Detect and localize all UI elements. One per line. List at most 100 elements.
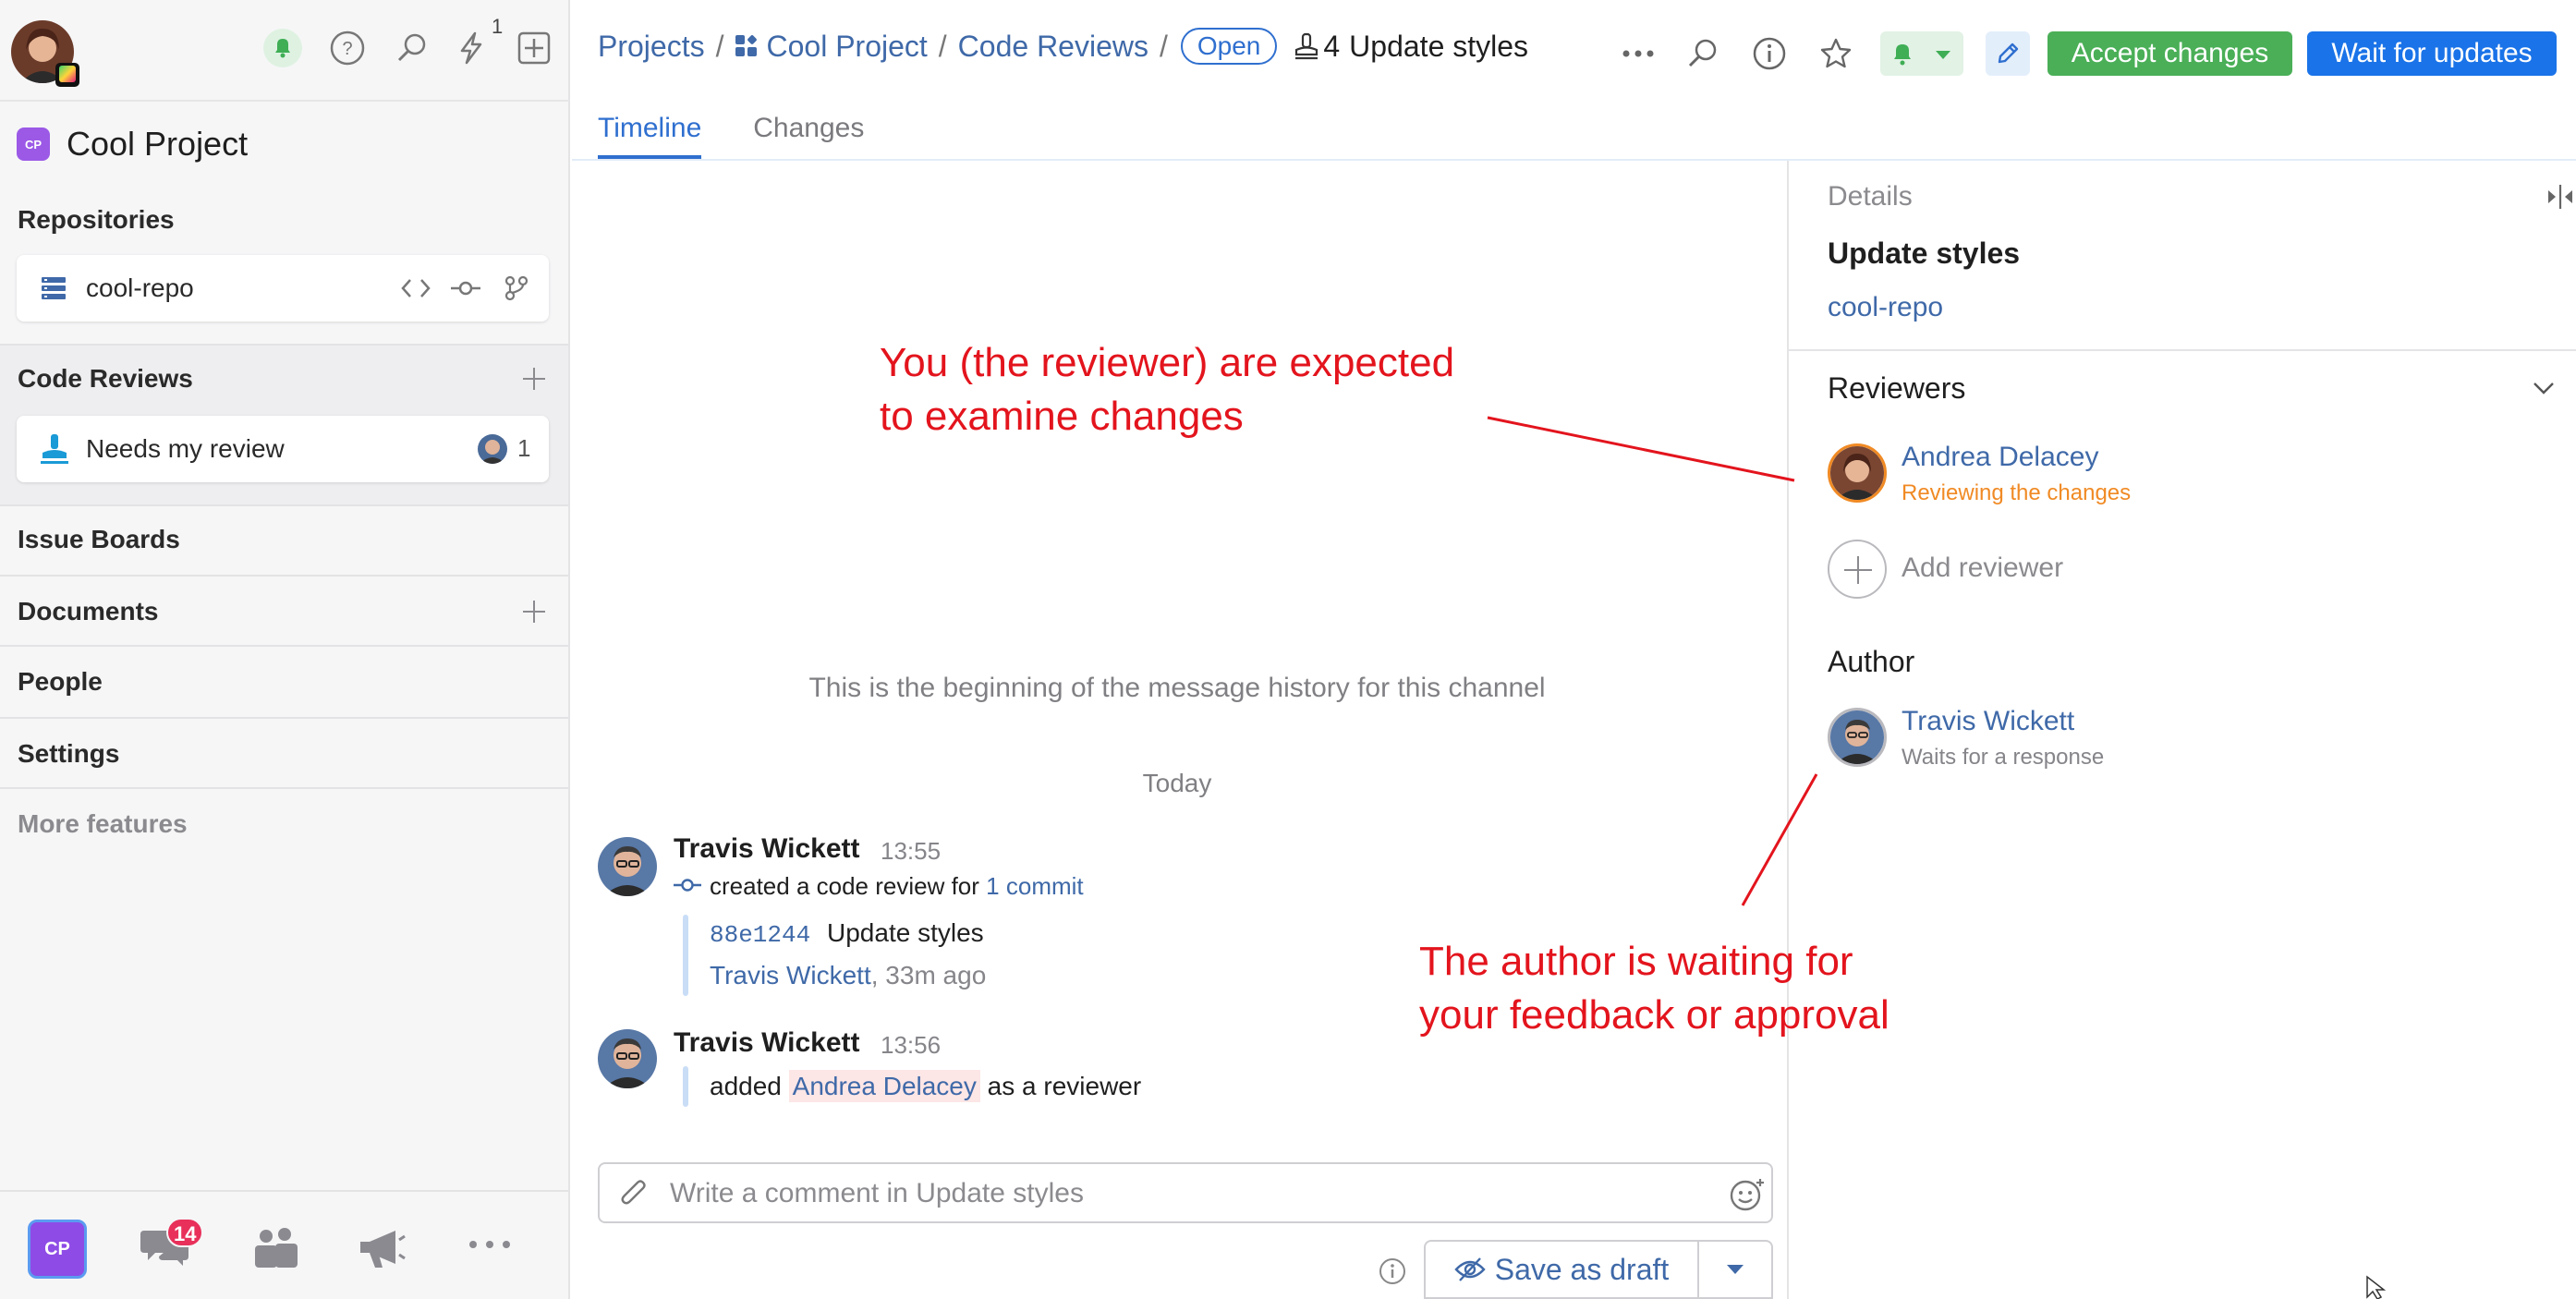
bell-icon — [1889, 41, 1915, 71]
wait-for-updates-button[interactable]: Wait for updates — [2307, 31, 2557, 76]
project-badge: CP — [17, 127, 50, 161]
divider — [0, 787, 568, 789]
commit-summary[interactable]: 88e1244 Update styles — [710, 918, 984, 949]
info-icon[interactable] — [1747, 31, 1792, 76]
nav-issue-boards[interactable]: Issue Boards — [18, 525, 180, 554]
divider — [1789, 349, 2576, 351]
nav-settings[interactable]: Settings — [18, 739, 119, 769]
branch-icon[interactable] — [504, 275, 529, 306]
breadcrumb-projects[interactable]: Projects — [598, 30, 705, 64]
commit-title: Update styles — [827, 918, 984, 947]
add-document-icon[interactable] — [521, 599, 547, 625]
project-switcher-label: CP — [44, 1238, 70, 1259]
author-status: Waits for a response — [1902, 745, 2105, 770]
bell-icon[interactable] — [262, 28, 303, 68]
project-grid-icon — [735, 34, 759, 58]
avatar[interactable] — [598, 1029, 657, 1088]
main-panel: Projects / Cool Project / Code Reviews /… — [572, 0, 2576, 1299]
chevron-down-icon[interactable] — [2532, 381, 2556, 400]
help-icon[interactable]: ? — [327, 28, 368, 68]
user-mention[interactable]: Andrea Delacey — [788, 1070, 980, 1102]
more-icon[interactable] — [468, 1238, 512, 1255]
author-name[interactable]: Travis Wickett — [1902, 706, 2074, 737]
app-logo-badge — [55, 63, 79, 87]
comment-input[interactable] — [670, 1173, 1686, 1214]
avatar[interactable] — [598, 837, 657, 896]
commit-icon[interactable] — [451, 277, 480, 304]
teams-icon[interactable] — [251, 1227, 299, 1274]
sidebar-toolbar: ? 1 — [0, 0, 570, 102]
repo-name: cool-repo — [86, 273, 194, 302]
repo-card[interactable]: cool-repo — [17, 255, 549, 322]
more-actions-icon[interactable] — [1616, 31, 1660, 76]
save-as-draft-button[interactable]: Save as draft — [1424, 1240, 1697, 1299]
new-item-icon[interactable] — [514, 28, 554, 68]
emoji-icon[interactable] — [1729, 1177, 1766, 1217]
day-separator: Today — [1142, 769, 1212, 797]
chevron-down-icon[interactable] — [1934, 48, 1952, 65]
add-code-review-icon[interactable] — [521, 366, 547, 392]
breadcrumb-project[interactable]: Cool Project — [766, 30, 927, 64]
message-text: added Andrea Delacey as a reviewer — [710, 1070, 1141, 1102]
repo-link[interactable]: cool-repo — [1828, 292, 1943, 323]
sidebar-bottom-bar: CP 14 — [0, 1190, 568, 1299]
commit-author[interactable]: Travis Wickett — [710, 961, 871, 989]
commit-hash[interactable]: 88e1244 — [710, 921, 810, 949]
reviewer-name[interactable]: Andrea Delacey — [1902, 442, 2098, 473]
save-as-draft-label: Save as draft — [1494, 1252, 1670, 1286]
notification-count: 1 — [492, 15, 504, 38]
code-reviews-heading[interactable]: Code Reviews — [18, 364, 193, 394]
reviewers-heading: Reviewers — [1828, 371, 1966, 405]
comment-composer — [598, 1162, 1773, 1223]
status-badge: Open — [1180, 28, 1278, 65]
author-avatar[interactable] — [1828, 708, 1887, 767]
divider — [0, 504, 568, 506]
message-text: created a code review for 1 commit — [710, 872, 1084, 901]
breadcrumb-separator: / — [938, 29, 947, 63]
announcements-icon[interactable] — [357, 1227, 407, 1274]
search-icon[interactable] — [392, 28, 432, 68]
breadcrumb-separator: / — [1159, 29, 1168, 63]
needs-my-review-label: Needs my review — [86, 434, 285, 463]
project-switcher-button[interactable]: CP — [28, 1220, 87, 1279]
quote-bar — [683, 915, 688, 996]
quote-bar — [683, 1066, 688, 1107]
search-icon[interactable] — [1681, 31, 1725, 76]
message-time: 13:55 — [881, 837, 942, 865]
message-author[interactable]: Travis Wickett — [674, 1027, 860, 1059]
breadcrumb-code-reviews[interactable]: Code Reviews — [958, 30, 1148, 64]
mouse-cursor-icon — [2365, 1275, 2389, 1299]
repositories-heading: Repositories — [18, 205, 175, 234]
needs-my-review-item[interactable]: Needs my review 1 — [17, 416, 549, 482]
divider — [0, 717, 568, 719]
star-icon[interactable] — [1814, 31, 1858, 76]
reviewer-avatar[interactable] — [1828, 443, 1887, 503]
project-header[interactable]: CP Cool Project — [17, 125, 248, 163]
tab-bar: Timeline Changes — [598, 113, 916, 159]
message-author[interactable]: Travis Wickett — [674, 833, 860, 865]
attachment-icon[interactable] — [618, 1177, 650, 1215]
stamp-icon — [39, 432, 70, 470]
accept-changes-button[interactable]: Accept changes — [2047, 31, 2292, 76]
nav-more-features[interactable]: More features — [18, 809, 188, 839]
tab-changes[interactable]: Changes — [753, 113, 864, 159]
edit-icon[interactable] — [1986, 31, 2030, 76]
commit-meta: Travis Wickett, 33m ago — [710, 961, 986, 990]
details-heading: Details — [1828, 181, 1913, 212]
nav-people[interactable]: People — [18, 667, 103, 697]
review-number: 4 — [1323, 29, 1341, 63]
info-icon[interactable] — [1378, 1257, 1407, 1291]
code-icon[interactable] — [401, 277, 431, 304]
add-reviewer-button[interactable]: Add reviewer — [1828, 540, 2290, 599]
reviewer-annotation: You (the reviewer) are expected to exami… — [880, 340, 1455, 439]
save-options-dropdown[interactable] — [1697, 1240, 1773, 1299]
commit-link[interactable]: 1 commit — [986, 872, 1083, 900]
lightning-icon[interactable] — [451, 28, 492, 68]
tab-timeline[interactable]: Timeline — [598, 113, 702, 159]
message-time: 13:56 — [881, 1031, 942, 1059]
nav-documents[interactable]: Documents — [18, 597, 158, 626]
collapse-panel-icon[interactable] — [2545, 183, 2576, 215]
add-icon — [1828, 540, 1887, 599]
notifications-toggle[interactable] — [1880, 31, 1963, 76]
commit-icon — [674, 876, 701, 899]
